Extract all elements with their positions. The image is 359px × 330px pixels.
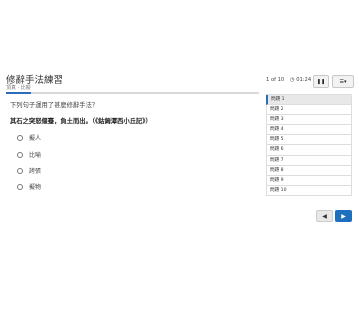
- radio-button[interactable]: [17, 183, 23, 190]
- progress-bar-fill: [6, 92, 32, 94]
- progress-bar: [6, 92, 259, 94]
- answer-option[interactable]: 擬物: [17, 182, 41, 191]
- question-counter: 1 of 10: [266, 77, 285, 83]
- question-passage: 其石之突怒偃蹇，負土而出。（《鈷鉧潭西小丘記》）: [10, 118, 152, 125]
- list-view-icon: ☰▾: [339, 78, 347, 85]
- question-list-item[interactable]: 問題 10: [266, 185, 352, 196]
- question-list-item[interactable]: 問題 3: [266, 115, 352, 126]
- question-list-item[interactable]: 問題 2: [266, 105, 352, 116]
- timer-value: 01:24: [296, 77, 312, 83]
- question-list-item[interactable]: 問題 1: [266, 95, 352, 106]
- clock-icon: ◷: [290, 77, 295, 83]
- answer-option[interactable]: 比喻: [17, 150, 41, 159]
- question-prompt: 下列句子運用了甚麼修辭手法？: [10, 102, 99, 109]
- question-list-item[interactable]: 問題 4: [266, 125, 352, 136]
- question-list-item[interactable]: 問題 6: [266, 145, 352, 156]
- page-subtitle: 頂真 · 比擬: [6, 85, 31, 91]
- radio-button[interactable]: [17, 151, 23, 158]
- timer: ◷ 01:24: [290, 77, 311, 83]
- previous-button[interactable]: ◀: [316, 210, 333, 222]
- answer-option-label: 比喻: [29, 152, 42, 159]
- answer-option-label: 擬人: [29, 135, 42, 142]
- answer-option-label: 誇張: [29, 168, 42, 175]
- answer-option-label: 擬物: [29, 184, 42, 191]
- chevron-right-icon: ▶: [341, 212, 346, 220]
- question-list-item[interactable]: 問題 5: [266, 135, 352, 146]
- pause-icon: ❚❚: [316, 78, 326, 85]
- next-button[interactable]: ▶: [335, 210, 352, 222]
- radio-button[interactable]: [17, 167, 23, 174]
- question-list: 問題 1 問題 2 問題 3 問題 4 問題 5 問題 6 問題 7 問題 8 …: [266, 94, 352, 196]
- answer-option[interactable]: 擬人: [17, 133, 41, 142]
- question-list-toggle-button[interactable]: ☰▾: [332, 75, 354, 88]
- question-list-item[interactable]: 問題 9: [266, 175, 352, 186]
- pause-button[interactable]: ❚❚: [313, 75, 329, 88]
- radio-button[interactable]: [17, 134, 23, 141]
- chevron-left-icon: ◀: [322, 212, 327, 220]
- question-list-item[interactable]: 問題 8: [266, 165, 352, 176]
- answer-option[interactable]: 誇張: [17, 166, 41, 175]
- question-list-item[interactable]: 問題 7: [266, 155, 352, 166]
